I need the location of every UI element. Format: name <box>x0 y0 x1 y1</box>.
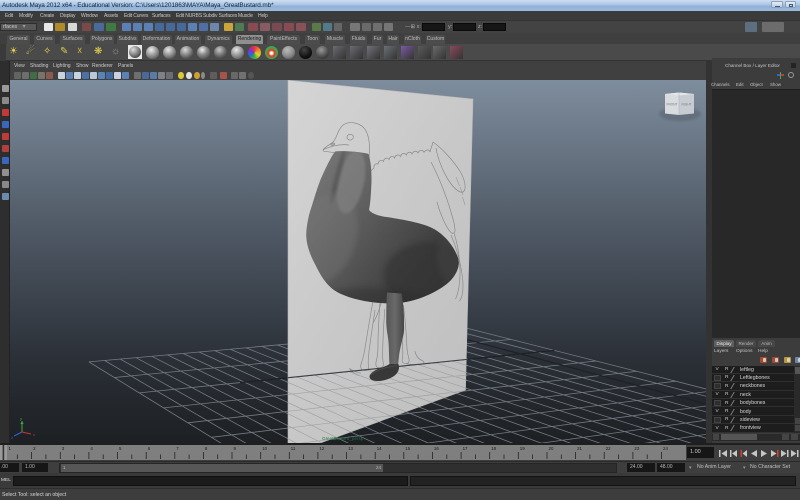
svg-text:RIGHT: RIGHT <box>682 103 692 107</box>
svg-text:19: 19 <box>520 446 525 451</box>
svg-text:FRONT: FRONT <box>667 103 678 107</box>
svg-text:11: 11 <box>291 446 296 451</box>
svg-text:24: 24 <box>663 446 668 451</box>
svg-text:z: z <box>11 435 13 440</box>
svg-text:y: y <box>20 416 22 421</box>
svg-text:13: 13 <box>348 446 353 451</box>
svg-text:20: 20 <box>549 446 554 451</box>
svg-text:18: 18 <box>491 446 496 451</box>
svg-text:21: 21 <box>577 446 582 451</box>
svg-text:14: 14 <box>377 446 382 451</box>
svg-text:17: 17 <box>463 446 468 451</box>
svg-text:10: 10 <box>262 446 267 451</box>
svg-text:23: 23 <box>634 446 639 451</box>
svg-text:22: 22 <box>606 446 611 451</box>
svg-text:15: 15 <box>405 446 410 451</box>
svg-text:16: 16 <box>434 446 439 451</box>
svg-text:x: x <box>33 432 35 437</box>
svg-text:12: 12 <box>319 446 324 451</box>
svg-text:GreatBustard_persp: GreatBustard_persp <box>322 436 364 441</box>
